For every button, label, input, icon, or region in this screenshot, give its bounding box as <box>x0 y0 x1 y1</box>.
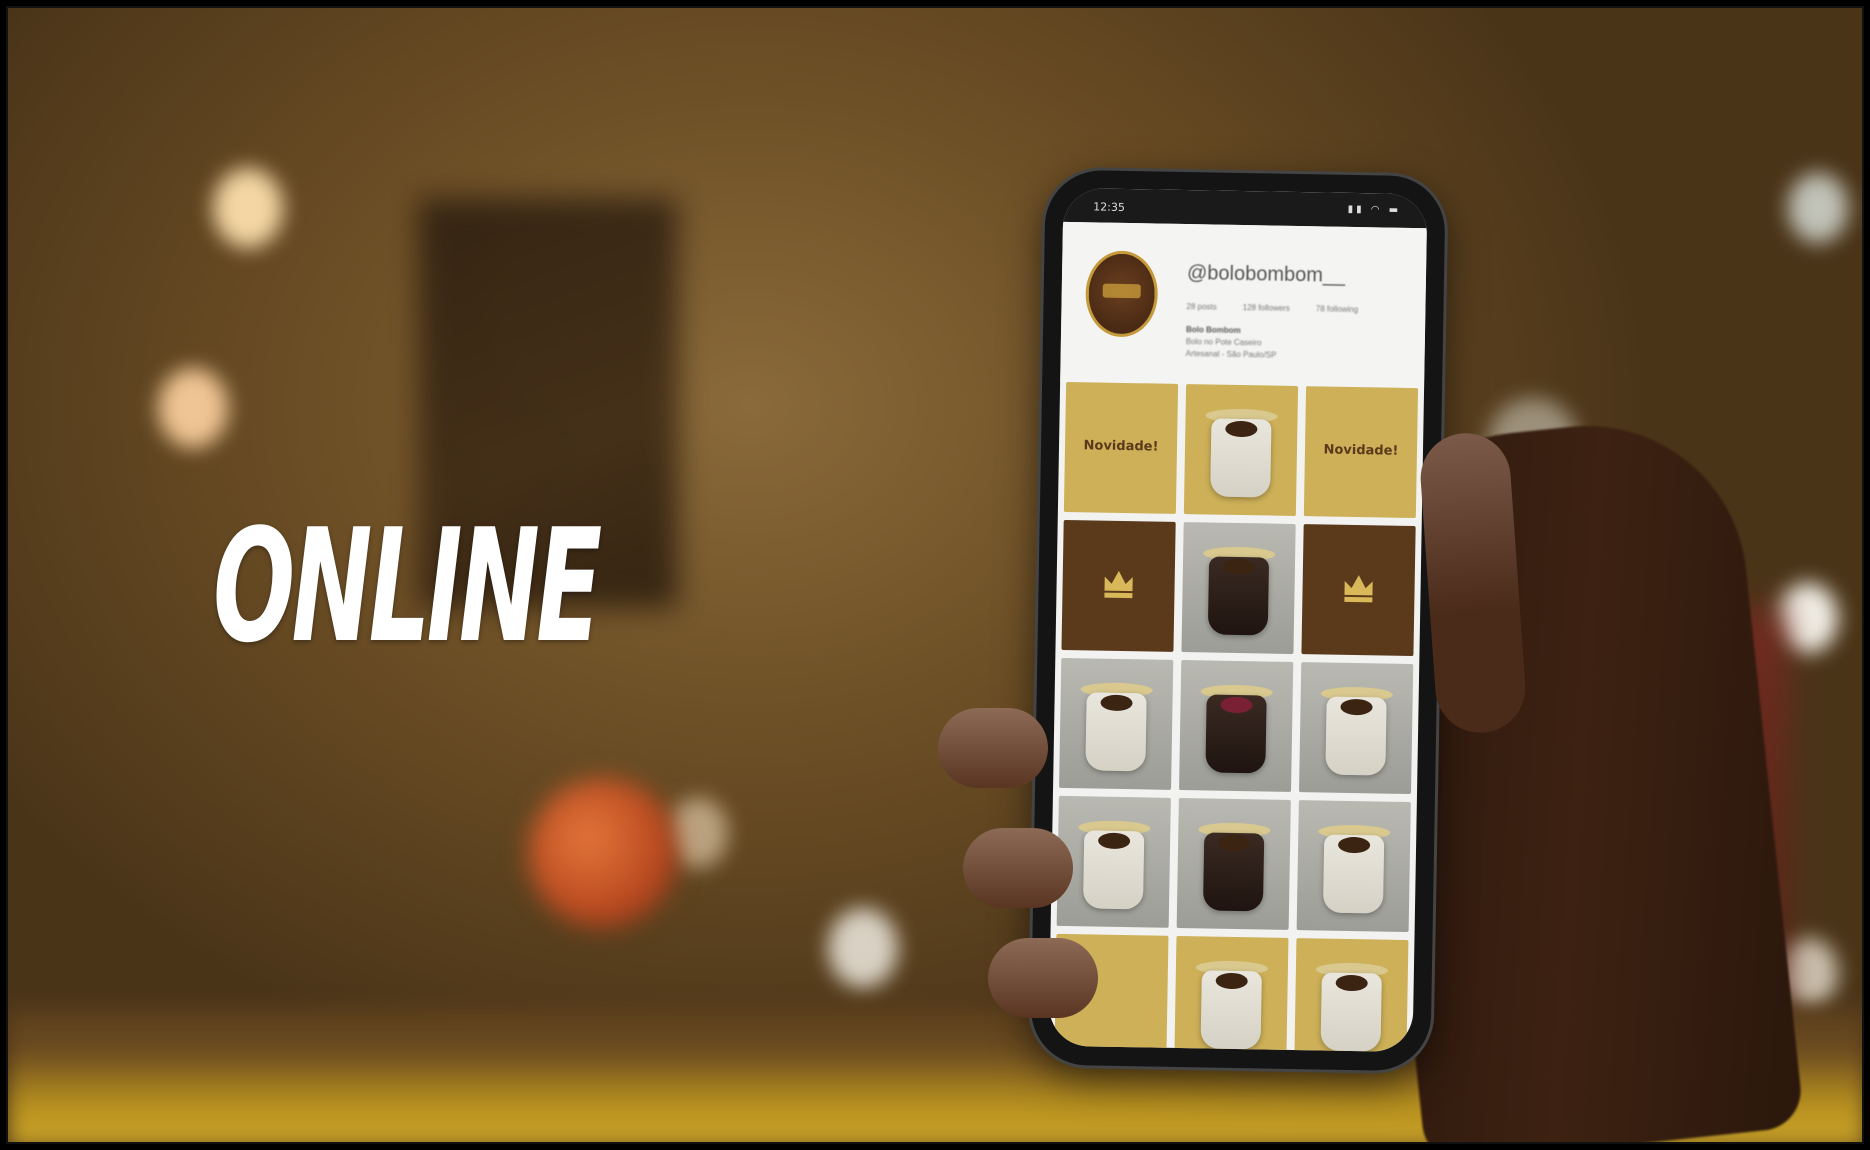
post-tile-label: Novidade! <box>1083 438 1159 455</box>
profile-header: @bolobombom__ 28 posts 128 followers 78 … <box>1060 221 1427 389</box>
post-tile[interactable] <box>1176 797 1291 930</box>
finger <box>938 708 1048 788</box>
status-time: 12:35 <box>1093 200 1126 214</box>
followers-count[interactable]: 128 followers <box>1243 303 1290 313</box>
cake-topping <box>1220 696 1253 714</box>
phone-screen: 12:35 ▮▮ ◠ ▬ @bolobombom__ 28 posts 128 … <box>1048 187 1428 1053</box>
logo-icon <box>1102 283 1141 299</box>
cake-topping <box>1222 558 1256 576</box>
profile-bio: Bolo Bombom Bolo no Pote Caseiro Artesan… <box>1186 324 1277 362</box>
post-tile[interactable] <box>1183 384 1299 516</box>
post-tile[interactable] <box>1299 662 1414 795</box>
profile-avatar[interactable] <box>1084 250 1159 338</box>
finger <box>963 828 1073 908</box>
cake-topping <box>1225 420 1258 438</box>
post-tile[interactable] <box>1294 938 1409 1053</box>
post-tile[interactable] <box>1174 935 1289 1053</box>
post-grid: Novidade! Novidade! <box>1054 381 1419 1053</box>
cake-topping <box>1340 698 1373 716</box>
crown-icon <box>1100 565 1137 602</box>
finger <box>988 938 1098 1018</box>
cake-topping <box>1097 832 1131 850</box>
bokeh-light <box>1788 173 1848 243</box>
cake-topping <box>1100 694 1133 712</box>
cake-topping <box>1217 834 1251 852</box>
post-tile[interactable]: Novidade! <box>1303 386 1419 519</box>
post-tile[interactable] <box>1179 660 1294 792</box>
crown-icon <box>1340 569 1377 606</box>
bokeh-light <box>158 368 228 448</box>
post-tile[interactable] <box>1296 800 1411 933</box>
bio-line: Artesanal - São Paulo/SP <box>1185 349 1277 360</box>
status-icons: ▮▮ ◠ ▬ <box>1347 203 1402 216</box>
post-tile[interactable] <box>1061 519 1176 652</box>
post-tile[interactable]: Novidade! <box>1063 381 1179 514</box>
post-tile[interactable] <box>1059 657 1174 790</box>
cake-topping <box>1335 974 1368 992</box>
posts-count[interactable]: 28 posts <box>1186 302 1216 312</box>
post-tile[interactable] <box>1301 524 1416 657</box>
bokeh-light <box>828 908 898 988</box>
cake-topping <box>1337 836 1371 854</box>
profile-stats: 28 posts 128 followers 78 following <box>1186 302 1358 314</box>
bokeh-light <box>213 168 283 248</box>
following-count[interactable]: 78 following <box>1316 304 1358 314</box>
post-tile[interactable] <box>1056 795 1171 928</box>
post-tile-label: Novidade! <box>1323 442 1399 459</box>
video-frame: ONLINE 12:35 ▮▮ ◠ ▬ @bolobombom__ 28 pos… <box>6 6 1864 1144</box>
overlay-title: ONLINE <box>213 495 602 677</box>
smartphone: 12:35 ▮▮ ◠ ▬ @bolobombom__ 28 posts 128 … <box>1030 169 1446 1072</box>
blurred-fruit <box>528 778 678 928</box>
profile-handle: @bolobombom__ <box>1186 262 1346 287</box>
post-tile[interactable] <box>1181 522 1296 654</box>
cake-topping <box>1215 972 1248 990</box>
